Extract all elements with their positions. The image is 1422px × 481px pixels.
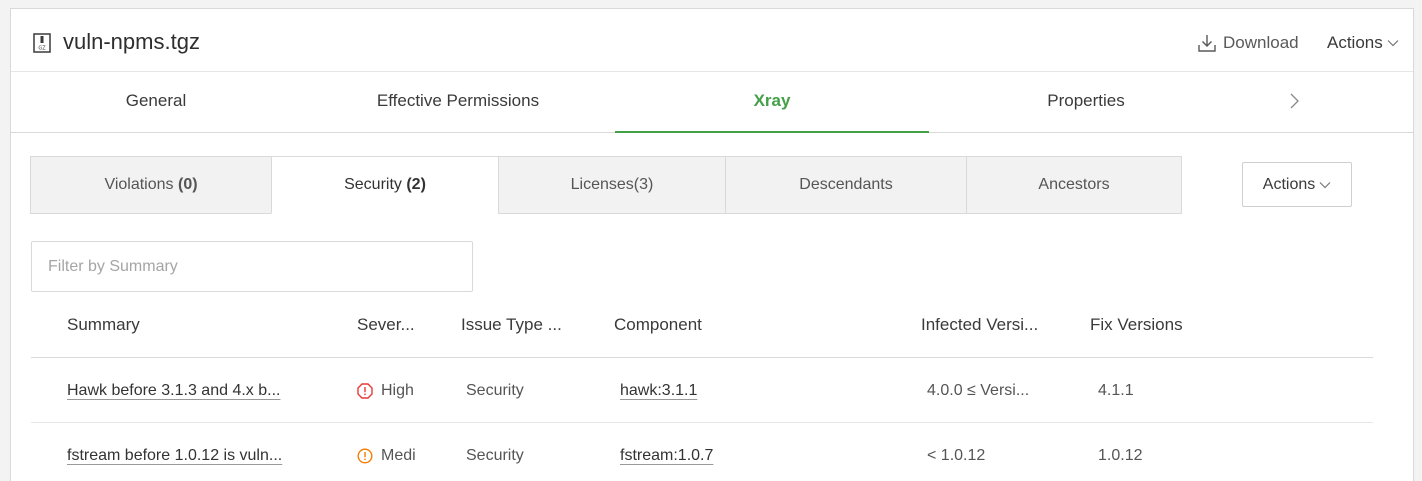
severity-high-icon [357, 383, 373, 399]
table-header-divider [31, 357, 1373, 358]
row-severity: High [357, 382, 414, 400]
severity-medium-icon [357, 448, 373, 464]
header-actions-label: Actions [1327, 33, 1383, 52]
subtab-licenses[interactable]: Licenses(3) [498, 156, 726, 214]
row-summary-link[interactable]: Hawk before 3.1.3 and 4.x b... [67, 382, 280, 400]
row-severity: Medi [357, 447, 416, 465]
download-button[interactable]: Download [1197, 33, 1299, 53]
subtab-security[interactable]: Security (2) [271, 156, 499, 214]
file-name: vuln-npms.tgz [63, 29, 200, 54]
subtab-violations[interactable]: Violations (0) [30, 156, 272, 214]
svg-text:GZ: GZ [38, 46, 46, 52]
row-component-link[interactable]: fstream:1.0.7 [620, 447, 713, 465]
column-header-infected-versions[interactable]: Infected Versi... [921, 315, 1038, 335]
download-icon [1198, 35, 1216, 52]
chevron-down-icon [1319, 181, 1331, 188]
chevron-down-icon [1387, 40, 1399, 47]
subtab-security-label: Security [344, 176, 402, 193]
row-severity-label: High [381, 382, 414, 399]
filter-by-summary-input[interactable] [31, 241, 473, 292]
subtab-descendants[interactable]: Descendants [725, 156, 967, 214]
column-header-fix-versions[interactable]: Fix Versions [1090, 315, 1183, 335]
subtab-security-count: (2) [406, 176, 426, 193]
main-tabs: General Effective Permissions Xray Prope… [11, 72, 1413, 133]
tab-general[interactable]: General [11, 72, 301, 132]
row-component-link[interactable]: hawk:3.1.1 [620, 382, 697, 400]
row-divider [31, 422, 1373, 423]
row-infected-versions: < 1.0.12 [927, 447, 986, 464]
subtab-violations-count: (0) [177, 176, 198, 193]
download-label: Download [1223, 33, 1299, 52]
row-fix-versions: 4.1.1 [1098, 382, 1134, 399]
column-header-component[interactable]: Component [614, 315, 702, 335]
row-severity-label: Medi [381, 447, 416, 464]
artifact-panel: GZ vuln-npms.tgz Download Actions Genera… [10, 8, 1414, 481]
actions-dropdown-button[interactable]: Actions [1242, 162, 1352, 207]
tab-xray[interactable]: Xray [615, 72, 929, 133]
tab-properties[interactable]: Properties [929, 72, 1243, 132]
panel-header: GZ vuln-npms.tgz Download Actions [11, 9, 1413, 72]
actions-button-label: Actions [1262, 175, 1316, 193]
row-summary-link[interactable]: fstream before 1.0.12 is vuln... [67, 447, 282, 465]
row-fix-versions: 1.0.12 [1098, 447, 1143, 464]
column-header-severity[interactable]: Sever... [357, 315, 415, 335]
subtab-violations-label: Violations [104, 176, 174, 193]
xray-subtabs: Violations (0) Security (2) Licenses(3) … [30, 156, 1182, 214]
row-issue-type: Security [466, 447, 524, 464]
column-header-issue-type[interactable]: Issue Type ... [461, 315, 562, 335]
chevron-right-icon[interactable] [1279, 86, 1309, 116]
tab-effective-permissions[interactable]: Effective Permissions [301, 72, 615, 132]
row-issue-type: Security [466, 382, 524, 399]
header-actions-menu[interactable]: Actions [1327, 33, 1399, 53]
column-header-summary[interactable]: Summary [67, 315, 140, 335]
row-infected-versions: 4.0.0 ≤ Versi... [927, 382, 1030, 399]
subtab-ancestors[interactable]: Ancestors [966, 156, 1182, 214]
archive-file-icon: GZ [33, 33, 51, 53]
